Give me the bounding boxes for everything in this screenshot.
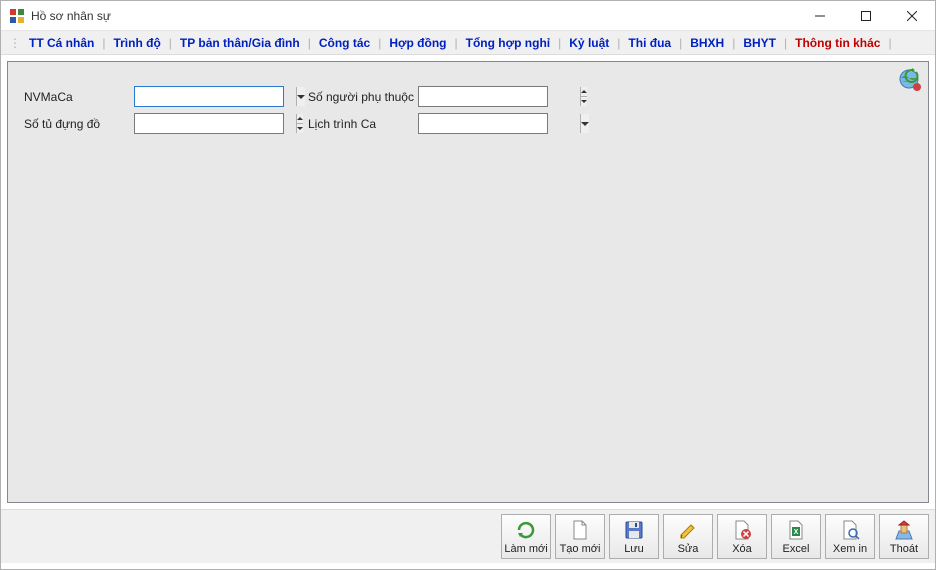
xoa-button[interactable]: Xóa <box>717 514 767 559</box>
lam-moi-button[interactable]: Làm mới <box>501 514 551 559</box>
tab-trinh-do[interactable]: Trình độ <box>107 36 166 50</box>
dropdown-arrow-icon[interactable] <box>580 114 589 133</box>
so-tu-dung-do-spinner[interactable] <box>134 113 284 134</box>
sua-label: Sửa <box>678 543 699 555</box>
tab-cong-tac[interactable]: Công tác <box>313 36 376 50</box>
svg-text:X: X <box>794 529 799 536</box>
window-controls <box>797 1 935 30</box>
excel-button[interactable]: X Excel <box>771 514 821 559</box>
tab-thong-tin-khac[interactable]: Thông tin khác <box>789 36 886 50</box>
tab-separator: ⋮ <box>7 36 23 50</box>
spin-up-icon[interactable] <box>581 87 587 97</box>
edit-icon <box>677 519 699 541</box>
xem-in-label: Xem in <box>833 543 867 555</box>
spin-up-icon[interactable] <box>297 114 303 124</box>
lich-trinh-ca-label: Lịch trình Ca <box>308 117 418 131</box>
tab-tt-ca-nhan[interactable]: TT Cá nhân <box>23 36 100 50</box>
tab-tp-ban-than[interactable]: TP bản thân/Gia đình <box>174 36 306 50</box>
lam-moi-label: Làm mới <box>504 543 547 555</box>
delete-icon <box>731 519 753 541</box>
tab-thi-dua[interactable]: Thi đua <box>622 36 677 50</box>
spin-down-icon[interactable] <box>581 97 587 107</box>
tao-moi-button[interactable]: Tạo mới <box>555 514 605 559</box>
tab-ky-luat[interactable]: Kỷ luật <box>563 36 615 50</box>
so-nguoi-phu-thuoc-field[interactable] <box>419 87 580 106</box>
content-area: NVMaCa Số người phụ thuộc Số tủ đựng đồ <box>1 55 935 509</box>
app-icon <box>9 8 25 24</box>
tab-bhxh[interactable]: BHXH <box>684 36 730 50</box>
xem-in-button[interactable]: Xem in <box>825 514 875 559</box>
maximize-button[interactable] <box>843 1 889 31</box>
luu-button[interactable]: Lưu <box>609 514 659 559</box>
form-panel: NVMaCa Số người phụ thuộc Số tủ đựng đồ <box>7 61 929 503</box>
so-nguoi-phu-thuoc-label: Số người phụ thuộc <box>308 90 418 104</box>
globe-refresh-icon[interactable] <box>898 68 922 92</box>
excel-icon: X <box>785 519 807 541</box>
new-document-icon <box>569 519 591 541</box>
nvmaca-field[interactable] <box>135 87 296 106</box>
exit-icon <box>893 519 915 541</box>
refresh-icon <box>515 519 537 541</box>
tab-bhyt[interactable]: BHYT <box>737 36 782 50</box>
spinner-buttons[interactable] <box>296 114 303 133</box>
save-icon <box>623 519 645 541</box>
sua-button[interactable]: Sửa <box>663 514 713 559</box>
tao-moi-label: Tạo mới <box>560 543 601 555</box>
so-nguoi-phu-thuoc-spinner[interactable] <box>418 86 548 107</box>
lich-trinh-ca-dropdown[interactable] <box>418 113 548 134</box>
spin-down-icon[interactable] <box>297 124 303 134</box>
nvmaca-label: NVMaCa <box>24 90 134 104</box>
luu-label: Lưu <box>624 543 644 555</box>
close-button[interactable] <box>889 1 935 31</box>
minimize-button[interactable] <box>797 1 843 31</box>
window-title: Hồ sơ nhân sự <box>31 9 797 23</box>
nvmaca-dropdown[interactable] <box>134 86 284 107</box>
so-tu-dung-do-field[interactable] <box>135 114 296 133</box>
excel-label: Excel <box>783 543 810 555</box>
tab-bar: ⋮ TT Cá nhân | Trình độ | TP bản thân/Gi… <box>1 31 935 55</box>
tab-tong-hop-nghi[interactable]: Tổng hợp nghỉ <box>460 36 557 50</box>
thoat-button[interactable]: Thoát <box>879 514 929 559</box>
dropdown-arrow-icon[interactable] <box>296 87 305 106</box>
print-preview-icon <box>839 519 861 541</box>
titlebar: Hồ sơ nhân sự <box>1 1 935 31</box>
lich-trinh-ca-field[interactable] <box>419 114 580 133</box>
bottom-toolbar: Làm mới Tạo mới Lưu <box>1 509 935 563</box>
thoat-label: Thoát <box>890 543 918 555</box>
tab-hop-dong[interactable]: Hợp đồng <box>383 36 452 50</box>
spinner-buttons[interactable] <box>580 87 587 106</box>
so-tu-dung-do-label: Số tủ đựng đồ <box>24 117 134 131</box>
xoa-label: Xóa <box>732 543 752 555</box>
